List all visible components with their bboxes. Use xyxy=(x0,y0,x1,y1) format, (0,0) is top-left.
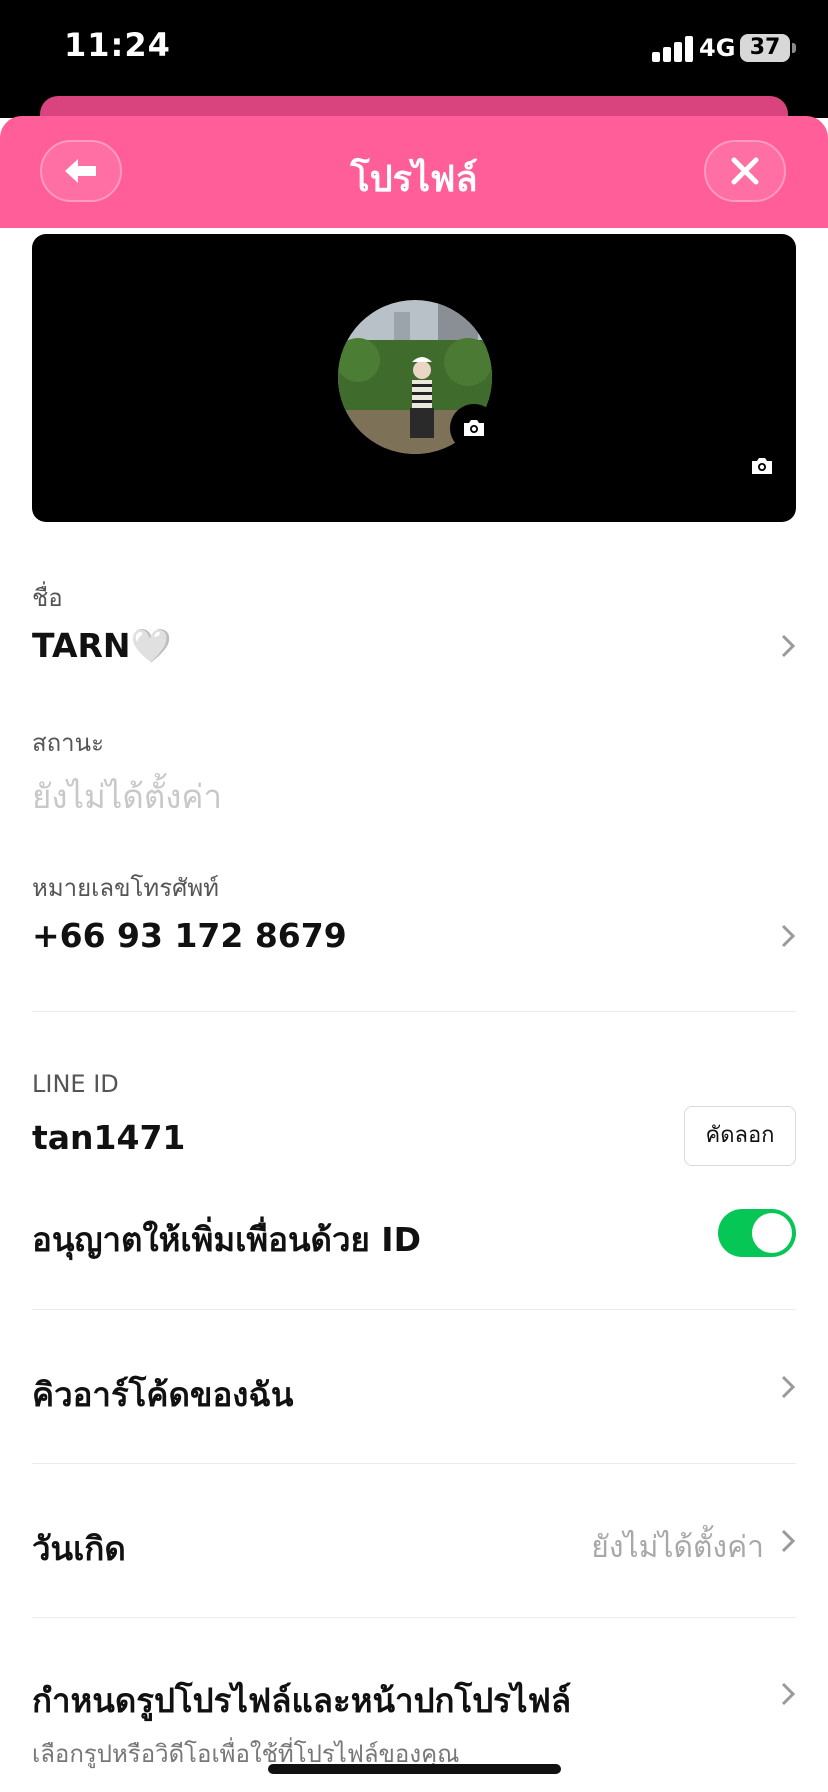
divider xyxy=(32,1463,796,1464)
cover-camera-button[interactable] xyxy=(738,442,786,490)
avatar-camera-button[interactable] xyxy=(450,404,498,452)
camera-icon xyxy=(464,420,484,436)
close-button[interactable] xyxy=(704,140,786,202)
header: โปรไฟล์ xyxy=(0,116,828,228)
profile-screen: 11:24 4G 37 โปรไฟล์ ชื่อ TARN🤍 สถานะ ยัง… xyxy=(0,0,828,1792)
divider xyxy=(32,1011,796,1012)
battery-icon: 37 xyxy=(740,34,790,62)
birthday-item[interactable]: วันเกิด xyxy=(32,1522,126,1575)
profile-media-item[interactable]: กำหนดรูปโปรไฟล์และหน้าปกโปรไฟล์ xyxy=(32,1674,571,1727)
camera-icon xyxy=(752,458,772,474)
home-indicator xyxy=(268,1764,561,1774)
status-value[interactable]: ยังไม่ได้ตั้งค่า xyxy=(32,770,222,823)
page-title: โปรไฟล์ xyxy=(350,159,478,200)
chevron-right-icon[interactable] xyxy=(780,1681,796,1707)
status-label: สถานะ xyxy=(32,729,104,757)
chevron-right-icon[interactable] xyxy=(780,1528,796,1554)
chevron-right-icon[interactable] xyxy=(780,1374,796,1400)
phone-label: หมายเลขโทรศัพท์ xyxy=(32,874,219,902)
status-time: 11:24 xyxy=(64,26,171,64)
birthday-value: ยังไม่ได้ตั้งค่า xyxy=(591,1530,764,1565)
phone-value[interactable]: +66 93 172 8679 xyxy=(32,916,347,955)
chevron-right-icon[interactable] xyxy=(780,633,796,659)
allow-add-by-id-label: อนุญาตให้เพิ่มเพื่อนด้วย ID xyxy=(32,1220,421,1259)
name-value[interactable]: TARN🤍 xyxy=(32,626,172,666)
copy-button[interactable]: คัดลอก xyxy=(684,1106,796,1166)
line-id-label: LINE ID xyxy=(32,1070,119,1098)
battery-tip xyxy=(792,43,796,53)
toggle-knob xyxy=(752,1213,792,1253)
line-id-value: tan1471 xyxy=(32,1118,186,1157)
close-icon xyxy=(731,157,759,185)
chevron-right-icon[interactable] xyxy=(780,923,796,949)
network-type: 4G xyxy=(699,34,736,62)
my-qr-code-item[interactable]: คิวอาร์โค้ดของฉัน xyxy=(32,1368,293,1421)
divider xyxy=(32,1309,796,1310)
profile-cover[interactable] xyxy=(32,234,796,522)
divider xyxy=(32,1617,796,1618)
signal-icon xyxy=(652,36,696,62)
name-label: ชื่อ xyxy=(32,584,63,612)
allow-add-by-id-toggle[interactable] xyxy=(718,1209,796,1257)
